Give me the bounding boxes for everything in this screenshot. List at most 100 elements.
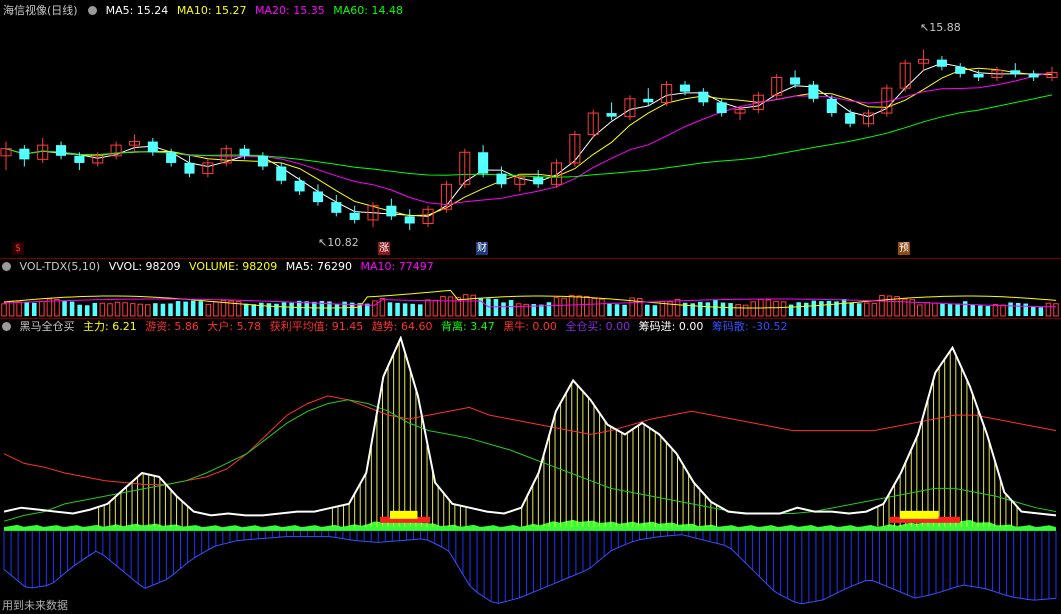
vol-header: VOL-TDX(5,10) VVOL: 98209 VOLUME: 98209 …	[0, 259, 439, 275]
volume-bar	[198, 301, 204, 316]
volume-chart[interactable]	[0, 276, 1061, 318]
marker-yu[interactable]: 预	[898, 242, 910, 255]
candle-body-down	[349, 212, 360, 220]
volume-bar	[645, 304, 650, 316]
main-header: 海信视像(日线) MA5: 15.24 MA10: 15.27 MA20: 15…	[0, 3, 408, 19]
volume-bar	[720, 302, 726, 316]
marker-zhang[interactable]: 涨	[378, 242, 390, 255]
dahu-block	[900, 510, 939, 519]
price-chart[interactable]	[0, 20, 1061, 258]
candle-body-down	[239, 148, 250, 156]
candle-body-down	[184, 162, 195, 174]
candle-body-down	[533, 177, 544, 185]
candle-body-down	[496, 173, 507, 185]
volume-bar	[417, 304, 423, 316]
volume-bar	[425, 299, 431, 317]
volume-bar	[1031, 306, 1036, 316]
volume-bar	[591, 298, 598, 317]
volume-bar	[1038, 307, 1044, 316]
ind-settings-dot-icon[interactable]	[2, 322, 11, 331]
candle-body-down	[386, 205, 397, 217]
candle-body-down	[679, 84, 691, 92]
volume-bar	[849, 302, 854, 316]
candle-body-down	[294, 180, 305, 192]
volume-bar	[614, 304, 620, 316]
volume-bar	[1053, 303, 1059, 317]
candle-body-down	[312, 191, 324, 203]
volume-bar	[674, 298, 681, 317]
volume-bar	[947, 303, 953, 316]
candle-body-down	[1028, 73, 1039, 78]
marker-cai[interactable]: 财	[476, 242, 488, 255]
volume-bar	[183, 301, 188, 316]
main-white-line	[3, 336, 1057, 517]
vol-settings-dot-icon[interactable]	[2, 262, 11, 271]
volume-bar	[583, 296, 590, 317]
volume-bar	[137, 303, 144, 317]
volume-bar	[107, 303, 113, 317]
ma-line-2	[5, 71, 1053, 206]
candle-body-down	[147, 141, 158, 153]
marker-dollar[interactable]: $	[12, 242, 24, 255]
volume-bar	[462, 294, 469, 317]
volume-bar	[289, 302, 294, 316]
indicator-chart[interactable]	[0, 336, 1061, 612]
ind-beili: 背离: 3.47	[441, 320, 495, 333]
volume-bar	[728, 303, 733, 316]
volume-bar	[826, 300, 832, 316]
candle-body-down	[790, 77, 801, 85]
candle-body-down	[826, 98, 837, 114]
volume-bar	[864, 302, 870, 317]
volume-bar	[84, 305, 90, 316]
volume-bar	[924, 302, 931, 317]
volume-bar	[304, 301, 310, 316]
volume-bar	[773, 300, 779, 317]
ind-title[interactable]: 黑马全仓买	[20, 320, 75, 333]
volume-bar	[796, 302, 801, 316]
volume-bar	[274, 303, 279, 316]
candle-body-down	[19, 148, 30, 160]
chip-line	[3, 534, 1057, 605]
volume-bar	[992, 304, 999, 317]
main-title[interactable]: 海信视像(日线)	[3, 4, 78, 17]
volume-bar	[561, 297, 567, 317]
volume-bar	[259, 302, 264, 316]
volume-bar	[1000, 304, 1006, 317]
huoli-line	[3, 395, 1057, 486]
volume-bar	[145, 304, 151, 317]
candle-body-down	[56, 145, 67, 156]
candle-body-down	[1010, 70, 1021, 74]
vol-title[interactable]: VOL-TDX(5,10)	[20, 260, 101, 273]
volume-bar	[440, 295, 446, 317]
volume-bar	[1, 303, 7, 317]
ma20-label: MA20: 15.35	[255, 4, 325, 17]
candle-body-down	[257, 155, 268, 167]
volume-bar	[387, 302, 393, 316]
candle-body-down	[955, 66, 966, 74]
ind-qushi: 趋势: 64.60	[371, 320, 433, 333]
vol-ma5-label: MA5: 76290	[285, 260, 353, 273]
settings-dot-icon[interactable]	[88, 6, 98, 15]
candle-body-down	[936, 59, 947, 67]
volume-bar	[576, 295, 582, 317]
volume-bar	[410, 303, 415, 316]
volume-bar	[780, 301, 787, 317]
volume-bar	[811, 300, 817, 316]
volume-bar	[1023, 303, 1028, 316]
volume-bar	[213, 301, 219, 317]
volume-bar	[129, 303, 136, 317]
volume-bar	[819, 301, 824, 316]
volume-bar	[871, 303, 878, 317]
volume-bar	[8, 300, 15, 317]
volume-bar	[916, 304, 923, 317]
volume-bar	[1008, 302, 1013, 316]
candle-body-down	[606, 113, 617, 117]
volume-bar	[402, 303, 408, 316]
volume-bar	[932, 302, 938, 317]
volume-bar	[16, 301, 22, 317]
volume-bar	[940, 303, 945, 316]
candle-body-down	[808, 84, 819, 99]
volume-bar	[312, 301, 317, 316]
ma-line-3	[5, 94, 1053, 178]
volume-bar	[607, 303, 612, 316]
